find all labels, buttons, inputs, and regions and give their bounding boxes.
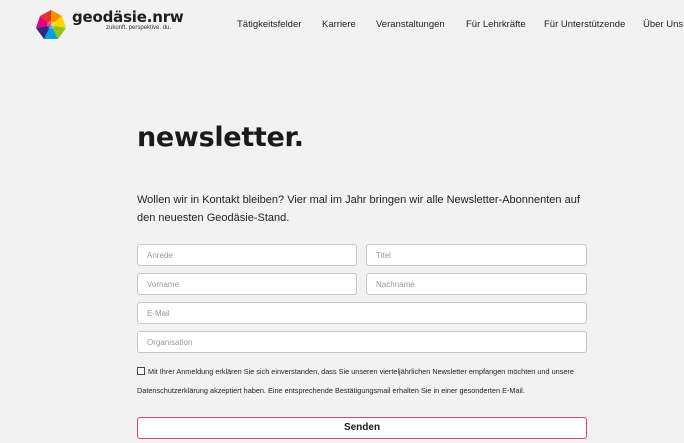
nav-item-ueber-uns[interactable]: Über Uns xyxy=(643,19,683,30)
anrede-input[interactable] xyxy=(147,245,347,265)
brand-tagline: zukunft. perspektive. du. xyxy=(106,25,172,31)
nav-item-taetigkeitsfelder[interactable]: Tätigkeitsfelder xyxy=(237,19,301,30)
nachname-field[interactable] xyxy=(366,273,587,295)
nav-item-fuer-unterstuetzende[interactable]: Für Unterstützende xyxy=(544,19,625,30)
nav-item-veranstaltungen[interactable]: Veranstaltungen xyxy=(376,19,445,30)
nachname-input[interactable] xyxy=(376,274,577,294)
brand-name: geodäsie.nrw xyxy=(72,8,184,26)
email-input[interactable] xyxy=(147,303,577,323)
nav-item-karriere[interactable]: Karriere xyxy=(322,19,356,30)
newsletter-intro: Wollen wir in Kontakt bleiben? Vier mal … xyxy=(137,194,580,224)
consent-text: Mit Ihrer Anmeldung erklären Sie sich ei… xyxy=(137,367,574,395)
site-header: geodäsie.nrw zukunft. perspektive. du. T… xyxy=(0,0,684,44)
email-field[interactable] xyxy=(137,302,587,324)
nav-item-fuer-lehrkraefte[interactable]: Für Lehrkräfte xyxy=(466,19,526,30)
consent-row: Mit Ihrer Anmeldung erklären Sie sich ei… xyxy=(137,362,597,400)
brand-logo[interactable]: geodäsie.nrw zukunft. perspektive. du. xyxy=(34,8,184,42)
anrede-field[interactable] xyxy=(137,244,357,266)
vorname-input[interactable] xyxy=(147,274,347,294)
titel-input[interactable] xyxy=(376,245,577,265)
titel-field[interactable] xyxy=(366,244,587,266)
logo-polyhedron-icon xyxy=(36,10,66,39)
consent-checkbox[interactable] xyxy=(137,367,145,375)
organisation-field[interactable] xyxy=(137,331,587,353)
organisation-input[interactable] xyxy=(147,332,577,352)
vorname-field[interactable] xyxy=(137,273,357,295)
send-button[interactable]: Senden xyxy=(137,417,587,439)
page-title: newsletter. xyxy=(137,122,304,153)
